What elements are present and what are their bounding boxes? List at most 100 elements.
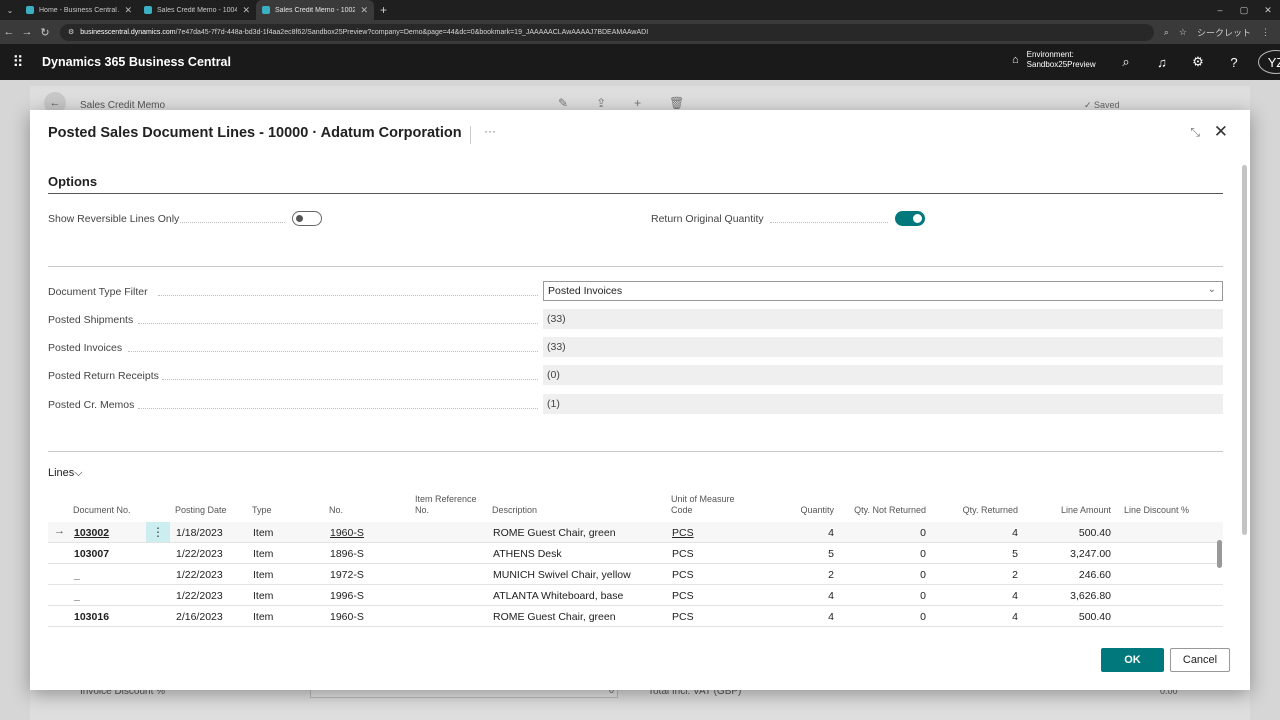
- item-no-cell[interactable]: 1996-S: [330, 590, 364, 602]
- section-divider: [48, 451, 1223, 452]
- col-unit-of-measure[interactable]: Unit of Measure Code: [671, 494, 735, 516]
- settings-gear-icon[interactable]: ⚙: [1180, 54, 1216, 70]
- reload-icon[interactable]: ↻: [36, 26, 54, 39]
- show-reversible-toggle[interactable]: [292, 211, 322, 226]
- uom-cell[interactable]: PCS: [672, 527, 694, 539]
- quantity-cell: 4: [828, 527, 834, 539]
- app-name[interactable]: Dynamics 365 Business Central: [42, 55, 231, 69]
- table-row[interactable]: 103007 1/22/2023 Item 1896-S ATHENS Desk…: [48, 543, 1223, 564]
- item-no-cell[interactable]: 1960-S: [330, 611, 364, 623]
- browser-tab[interactable]: Home - Business Central Admin ✕: [20, 0, 138, 20]
- window-close-icon[interactable]: ✕: [1256, 5, 1280, 16]
- table-row[interactable]: _ 1/22/2023 Item 1972-S MUNICH Swivel Ch…: [48, 564, 1223, 585]
- options-section-header[interactable]: Options: [48, 174, 97, 189]
- document-no-link[interactable]: 103016: [74, 611, 109, 623]
- posted-cr-memos-value[interactable]: (1): [543, 394, 1223, 414]
- qty-returned-cell: 5: [1012, 548, 1018, 560]
- forward-arrow-icon[interactable]: →: [18, 26, 36, 38]
- item-no-cell[interactable]: 1960-S: [330, 527, 364, 539]
- document-no-link[interactable]: 103002: [74, 527, 109, 539]
- collapse-icon[interactable]: ⤡: [1190, 125, 1200, 140]
- zoom-icon[interactable]: ⌕: [1164, 27, 1169, 38]
- qty-not-returned-cell: 0: [920, 611, 926, 623]
- address-bar-actions: ⌕ ☆ シークレット ⋮: [1154, 26, 1280, 39]
- environment-label: Environment:: [1026, 50, 1074, 59]
- search-icon[interactable]: ⌕: [1108, 54, 1144, 70]
- environment-indicator[interactable]: ⌂ Environment: Sandbox25Preview: [1012, 50, 1096, 70]
- new-tab-icon[interactable]: +: [380, 3, 387, 17]
- posted-cr-memos-label: Posted Cr. Memos: [48, 399, 135, 411]
- bookmark-star-icon[interactable]: ☆: [1179, 27, 1187, 38]
- posted-shipments-value[interactable]: (33): [543, 309, 1223, 329]
- add-icon: +: [634, 96, 642, 110]
- uom-cell[interactable]: PCS: [672, 611, 694, 623]
- col-quantity[interactable]: Quantity: [764, 505, 834, 516]
- item-no-cell[interactable]: 1972-S: [330, 569, 364, 581]
- browser-tab-active[interactable]: Sales Credit Memo - 1002 - Ada ✕: [256, 0, 374, 20]
- table-row[interactable]: 103016 2/16/2023 Item 1960-S ROME Guest …: [48, 606, 1223, 627]
- item-no-cell[interactable]: 1896-S: [330, 548, 364, 560]
- col-posting-date[interactable]: Posting Date: [175, 505, 227, 516]
- document-no-link[interactable]: _: [74, 590, 80, 602]
- qty-not-returned-cell: 0: [920, 569, 926, 581]
- type-cell: Item: [253, 527, 274, 539]
- document-no-link[interactable]: _: [74, 569, 80, 581]
- lines-section-header[interactable]: Lines⌵: [48, 467, 83, 480]
- incognito-label[interactable]: シークレット: [1197, 26, 1251, 39]
- back-arrow-icon[interactable]: ←: [0, 26, 18, 38]
- posted-invoices-value[interactable]: (33): [543, 337, 1223, 357]
- col-document-no[interactable]: Document No.: [73, 505, 131, 516]
- col-item-reference-no[interactable]: Item Reference No.: [415, 494, 477, 516]
- minimize-icon[interactable]: –: [1208, 5, 1232, 15]
- avatar[interactable]: YZ: [1258, 50, 1280, 74]
- qty-not-returned-cell: 0: [920, 548, 926, 560]
- line-amount-cell: 3,626.80: [1070, 590, 1111, 602]
- help-icon[interactable]: ?: [1216, 55, 1252, 70]
- close-tab-icon[interactable]: ✕: [242, 5, 250, 16]
- tab-search-icon[interactable]: ⌄: [0, 6, 20, 15]
- notification-bell-icon[interactable]: ♫: [1144, 55, 1180, 70]
- row-actions-menu-icon[interactable]: ⋮: [146, 522, 170, 542]
- dotted-leader: [128, 351, 538, 352]
- cancel-button[interactable]: Cancel: [1170, 648, 1230, 672]
- description-cell: ATHENS Desk: [493, 548, 562, 560]
- row-selected-arrow-icon: →: [54, 525, 65, 537]
- col-no[interactable]: No.: [329, 505, 343, 516]
- browser-tab[interactable]: Sales Credit Memo - 1004 - Ada ✕: [138, 0, 256, 20]
- ok-button[interactable]: OK: [1101, 648, 1164, 672]
- show-reversible-label: Show Reversible Lines Only: [48, 213, 180, 225]
- posting-date-cell: 1/22/2023: [176, 569, 223, 581]
- uom-cell[interactable]: PCS: [672, 548, 694, 560]
- uom-cell[interactable]: PCS: [672, 590, 694, 602]
- browser-menu-icon[interactable]: ⋮: [1261, 27, 1270, 38]
- maximize-icon[interactable]: ▢: [1232, 5, 1256, 16]
- more-options-icon[interactable]: ···: [484, 124, 496, 138]
- posted-return-receipts-value[interactable]: (0): [543, 365, 1223, 385]
- browser-tab-bar: ⌄ Home - Business Central Admin ✕ Sales …: [0, 0, 1280, 20]
- browser-tab-label: Sales Credit Memo - 1004 - Ada: [157, 6, 238, 14]
- col-line-amount[interactable]: Line Amount: [1031, 505, 1111, 516]
- table-row[interactable]: _ 1/22/2023 Item 1996-S ATLANTA Whiteboa…: [48, 585, 1223, 606]
- dialog-scrollbar[interactable]: [1242, 165, 1248, 535]
- document-type-filter-select[interactable]: Posted Invoices ⌄: [543, 281, 1223, 301]
- close-icon[interactable]: ✕: [1214, 122, 1228, 142]
- site-info-icon[interactable]: ⚙: [68, 28, 74, 36]
- quantity-cell: 2: [828, 569, 834, 581]
- uom-cell[interactable]: PCS: [672, 569, 694, 581]
- col-description[interactable]: Description: [492, 505, 537, 516]
- url-field[interactable]: ⚙ businesscentral.dynamics.com/7e47da45-…: [60, 23, 1154, 41]
- return-original-toggle[interactable]: [895, 211, 925, 226]
- browser-tab-label: Home - Business Central Admin: [39, 6, 119, 14]
- grid-scrollbar[interactable]: [1217, 530, 1223, 632]
- col-qty-returned[interactable]: Qty. Returned: [936, 505, 1018, 516]
- col-type[interactable]: Type: [252, 505, 272, 516]
- close-tab-icon[interactable]: ✕: [360, 5, 368, 16]
- table-row[interactable]: → 103002 ⋮ 1/18/2023 Item 1960-S ROME Gu…: [48, 522, 1223, 543]
- dotted-leader: [138, 408, 538, 409]
- col-line-discount[interactable]: Line Discount %: [1124, 505, 1189, 516]
- app-launcher-icon[interactable]: ⠿: [0, 53, 36, 71]
- document-no-link[interactable]: 103007: [74, 548, 109, 560]
- title-separator: [470, 126, 471, 144]
- col-qty-not-returned[interactable]: Qty. Not Returned: [826, 505, 926, 516]
- close-tab-icon[interactable]: ✕: [124, 5, 132, 16]
